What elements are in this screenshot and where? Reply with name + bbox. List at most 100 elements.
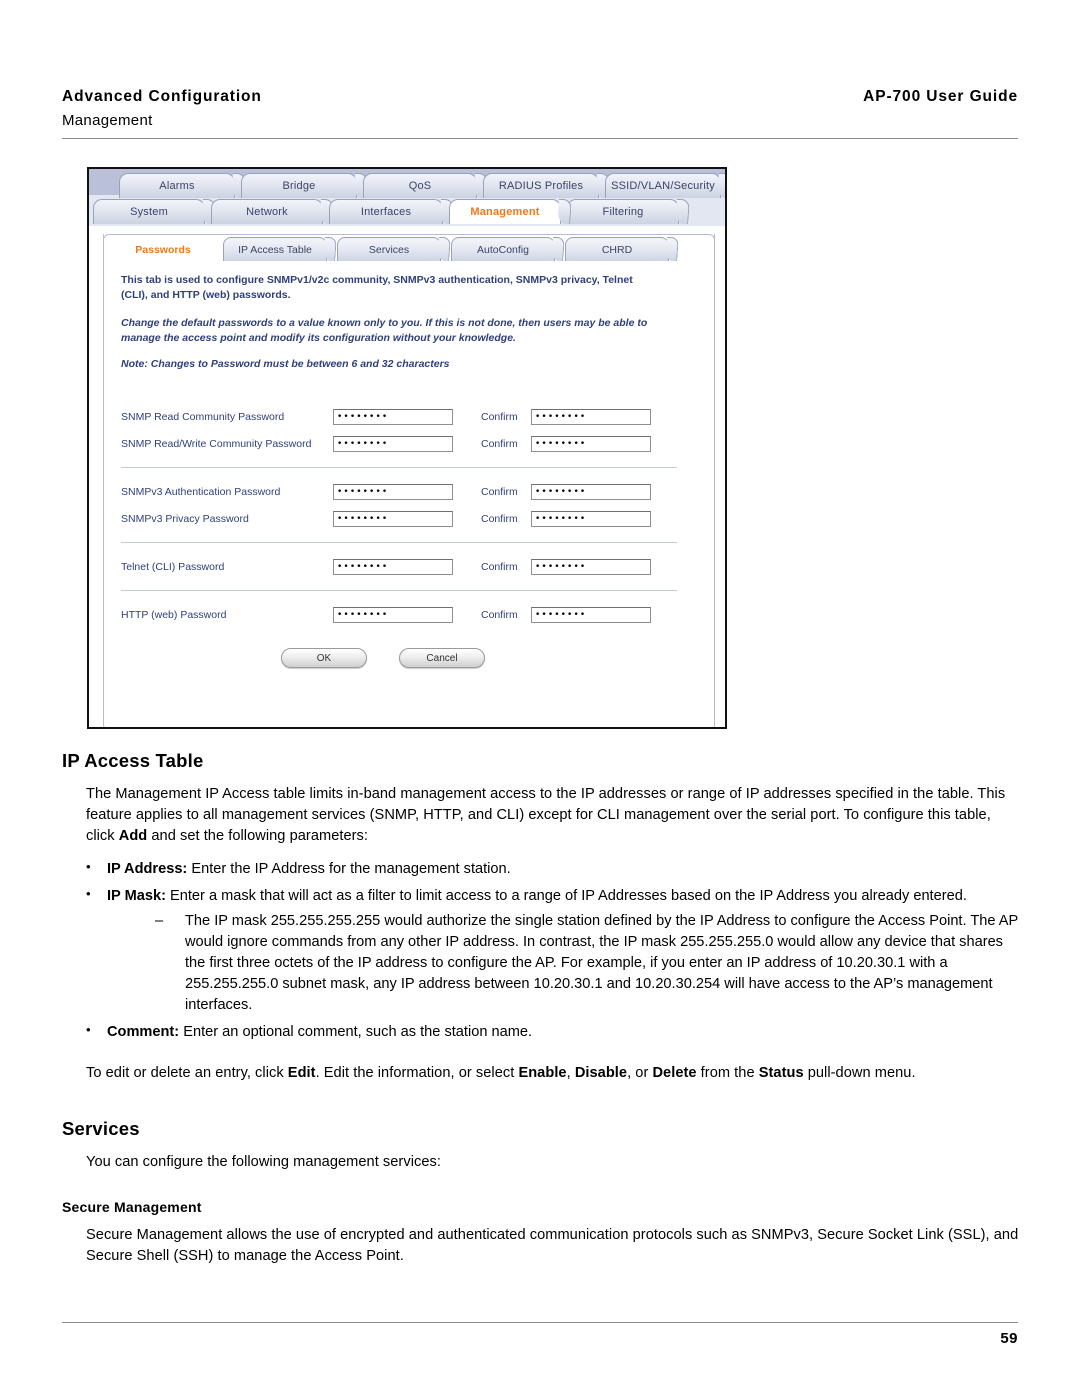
- edit-part-e: from the: [696, 1065, 759, 1081]
- form-button-row: OK Cancel: [121, 648, 699, 668]
- document-body: IP Access Table The Management IP Access…: [62, 750, 1022, 1279]
- tab-network[interactable]: Network: [211, 199, 334, 224]
- snmp-readwrite-input[interactable]: ••••••••: [333, 435, 453, 452]
- snmp-readwrite-confirm-input[interactable]: ••••••••: [531, 435, 651, 452]
- snmp-read-confirm-input[interactable]: ••••••••: [531, 408, 651, 425]
- tab-qos[interactable]: QoS: [363, 173, 488, 198]
- form-divider-1: [121, 467, 677, 468]
- intro-line-1: This tab is used to configure SNMPv1/v2c…: [121, 274, 633, 286]
- snmpv3-auth-label: SNMPv3 Authentication Password: [121, 485, 281, 498]
- heading-ip-access-table: IP Access Table: [62, 750, 204, 771]
- telnet-confirm-input[interactable]: ••••••••: [531, 558, 651, 575]
- edit-part-f: pull-down menu.: [803, 1065, 916, 1081]
- heading-secure-management: Secure Management: [62, 1199, 202, 1215]
- ok-button[interactable]: OK: [281, 648, 367, 668]
- http-label: HTTP (web) Password: [121, 608, 227, 621]
- panel-description: This tab is used to configure SNMPv1/v2c…: [121, 273, 703, 372]
- tab-system-label: System: [130, 206, 168, 218]
- form-row-snmp-read: SNMP Read Community Password •••••••• Co…: [121, 405, 699, 428]
- subtab-passwords-label: Passwords: [135, 243, 191, 256]
- tab-filtering-label: Filtering: [602, 206, 644, 218]
- tab-notch-icon: [717, 173, 725, 198]
- bullet-ip-address-text: Enter the IP Address for the management …: [187, 861, 511, 877]
- paragraph-edit-delete: To edit or delete an entry, click Edit. …: [86, 1063, 1022, 1084]
- heading-services: Services: [62, 1118, 140, 1139]
- tab-qos-label: QoS: [408, 180, 432, 192]
- tab-bridge[interactable]: Bridge: [241, 173, 368, 198]
- header-divider: [62, 138, 1018, 139]
- header-left-title: Advanced Configuration: [62, 88, 262, 105]
- bullet-comment-text: Enter an optional comment, such as the s…: [179, 1024, 533, 1040]
- form-row-snmpv3-auth: SNMPv3 Authentication Password •••••••• …: [121, 480, 699, 503]
- subtab-chrd-label: CHRD: [601, 243, 633, 256]
- header-title-row: Advanced Configuration AP-700 User Guide: [62, 88, 1018, 106]
- inline-bold-delete: Delete: [652, 1065, 697, 1081]
- edit-part-b: . Edit the information, or select: [315, 1065, 519, 1081]
- inline-bold-add: Add: [118, 828, 148, 844]
- subtab-services-label: Services: [368, 243, 410, 256]
- intro-line-2: (CLI), and HTTP (web) passwords.: [121, 288, 291, 301]
- tab-interfaces-label: Interfaces: [360, 206, 412, 218]
- paragraph-services-intro: You can configure the following manageme…: [86, 1154, 441, 1170]
- tab-management[interactable]: Management: [449, 199, 572, 224]
- inline-bold-edit: Edit: [287, 1065, 316, 1081]
- bullet-ip-address-label: IP Address:: [107, 861, 188, 877]
- tab-radius-profiles-label: RADIUS Profiles: [498, 180, 584, 192]
- snmpv3-privacy-label: SNMPv3 Privacy Password: [121, 512, 249, 525]
- subtab-autoconfig-label: AutoConfig: [477, 243, 529, 256]
- ip-mask-sublist: The IP mask 255.255.255.255 would author…: [107, 911, 1022, 1016]
- subtab-chrd[interactable]: CHRD: [565, 237, 679, 261]
- header-subtitle: Management: [62, 112, 153, 129]
- bullet-ip-mask-text: Enter a mask that will act as a filter t…: [165, 888, 967, 904]
- edit-part-a: To edit or delete an entry, click: [86, 1065, 288, 1081]
- snmpv3-privacy-confirm-label: Confirm: [481, 512, 518, 525]
- snmp-read-input[interactable]: ••••••••: [333, 408, 453, 425]
- subtab-notch-icon: [437, 237, 451, 261]
- form-row-snmp-readwrite: SNMP Read/Write Community Password •••••…: [121, 432, 699, 455]
- form-row-snmpv3-privacy: SNMPv3 Privacy Password •••••••• Confirm…: [121, 507, 699, 530]
- paragraph-part-b: and set the following parameters:: [147, 828, 368, 844]
- list-item: The IP mask 255.255.255.255 would author…: [107, 911, 1022, 1016]
- bullet-comment-label: Comment:: [107, 1024, 180, 1040]
- snmpv3-auth-confirm-label: Confirm: [481, 485, 518, 498]
- subtab-ip-access-table[interactable]: IP Access Table: [223, 237, 337, 261]
- passwords-form: SNMP Read Community Password •••••••• Co…: [121, 405, 699, 668]
- tab-ssid-vlan-security[interactable]: SSID/VLAN/Security: [605, 173, 725, 198]
- tab-bridge-label: Bridge: [282, 180, 316, 192]
- snmpv3-privacy-input[interactable]: ••••••••: [333, 510, 453, 527]
- tab-notch-icon: [557, 199, 572, 224]
- header-right-title: AP-700 User Guide: [863, 88, 1018, 105]
- telnet-confirm-label: Confirm: [481, 560, 518, 573]
- tab-system[interactable]: System: [93, 199, 216, 224]
- subtab-services[interactable]: Services: [337, 237, 451, 261]
- warning-line-1: Change the default passwords to a value …: [121, 316, 648, 329]
- snmp-readwrite-confirm-label: Confirm: [481, 437, 518, 450]
- inline-bold-disable: Disable: [574, 1065, 628, 1081]
- telnet-label: Telnet (CLI) Password: [121, 560, 225, 573]
- subtab-autoconfig[interactable]: AutoConfig: [451, 237, 565, 261]
- cancel-button[interactable]: Cancel: [399, 648, 485, 668]
- subtab-passwords[interactable]: Passwords: [115, 237, 211, 261]
- http-confirm-input[interactable]: ••••••••: [531, 606, 651, 623]
- inline-bold-enable: Enable: [518, 1065, 567, 1081]
- snmpv3-auth-input[interactable]: ••••••••: [333, 483, 453, 500]
- http-confirm-label: Confirm: [481, 608, 518, 621]
- paragraph-ip-access-intro: The Management IP Access table limits in…: [86, 784, 1022, 847]
- snmp-readwrite-label: SNMP Read/Write Community Password: [121, 437, 312, 450]
- tab-alarms[interactable]: Alarms: [119, 173, 246, 198]
- list-item: Comment: Enter an optional comment, such…: [62, 1021, 1022, 1043]
- warning-line-2: manage the access point and modify its c…: [121, 331, 516, 344]
- http-input[interactable]: ••••••••: [333, 606, 453, 623]
- snmpv3-privacy-confirm-input[interactable]: ••••••••: [531, 510, 651, 527]
- subtab-notch-icon: [551, 237, 565, 261]
- snmpv3-auth-confirm-input[interactable]: ••••••••: [531, 483, 651, 500]
- form-row-http: HTTP (web) Password •••••••• Confirm •••…: [121, 603, 699, 626]
- tab-interfaces[interactable]: Interfaces: [329, 199, 454, 224]
- telnet-input[interactable]: ••••••••: [333, 558, 453, 575]
- page-number: 59: [1000, 1330, 1018, 1347]
- tab-filtering[interactable]: Filtering: [567, 199, 690, 224]
- edit-part-c: ,: [566, 1065, 575, 1081]
- tab-radius-profiles[interactable]: RADIUS Profiles: [483, 173, 610, 198]
- tab-network-label: Network: [246, 206, 288, 218]
- paragraph-secure-management: Secure Management allows the use of encr…: [86, 1227, 1019, 1264]
